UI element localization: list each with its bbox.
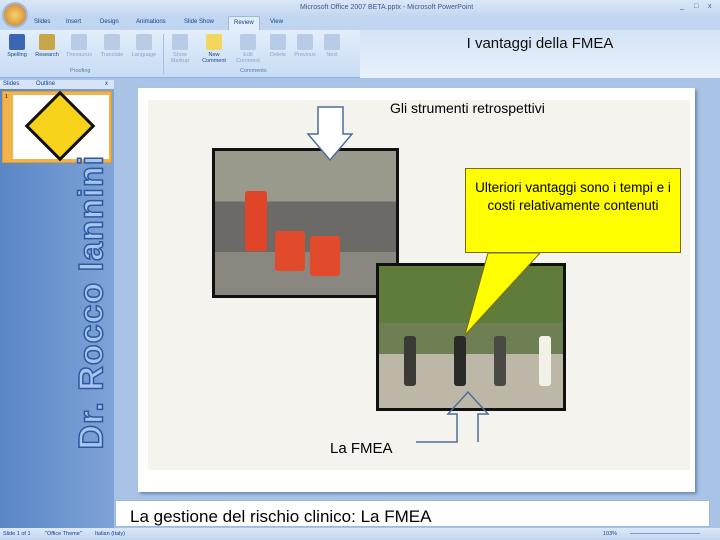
- zoom-level[interactable]: 103%: [603, 531, 617, 537]
- arrows-layer: [306, 106, 542, 443]
- callout-box: Ulteriori vantaggi sono i tempi e i cost…: [465, 168, 681, 253]
- notes-pane[interactable]: La gestione del rischio clinico: La FMEA: [115, 500, 710, 527]
- zoom-slider[interactable]: [630, 533, 700, 534]
- down-arrow-icon: [306, 106, 354, 162]
- up-arrow-icon: [415, 392, 488, 440]
- slide-label: La FMEA: [330, 440, 393, 457]
- theme-name: "Office Theme": [45, 531, 82, 537]
- office-button[interactable]: [2, 2, 28, 28]
- status-bar: Slide 1 of 1 "Office Theme" Italian (Ita…: [0, 528, 720, 540]
- slide-count: Slide 1 of 1: [3, 531, 31, 537]
- callout-tail: [464, 252, 542, 336]
- language-status[interactable]: Italian (Italy): [95, 531, 125, 537]
